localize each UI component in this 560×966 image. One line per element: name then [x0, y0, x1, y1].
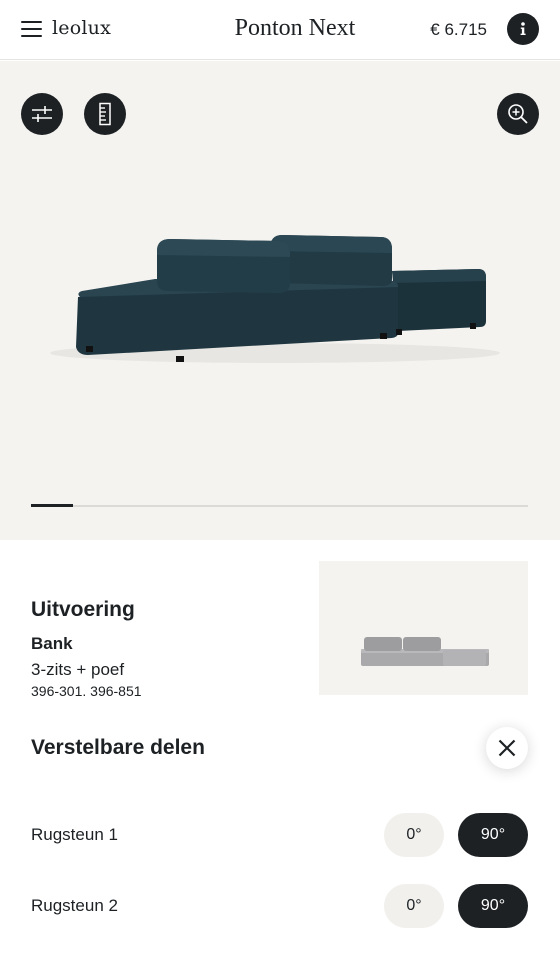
- product-viewer[interactable]: [0, 61, 560, 540]
- top-bar: leolux Ponton Next € 6.715: [0, 0, 560, 60]
- section-heading-uitvoering: Uitvoering: [31, 598, 135, 621]
- progress-indicator: [31, 504, 74, 507]
- image-carousel-progress: [31, 504, 528, 507]
- rugsteun-2-label: Rugsteun 2: [31, 896, 118, 915]
- zoom-in-icon[interactable]: [497, 93, 539, 135]
- product-thumbnail[interactable]: [319, 561, 528, 695]
- info-icon[interactable]: [507, 13, 539, 45]
- ruler-icon[interactable]: [84, 93, 126, 135]
- rugsteun-1-label: Rugsteun 1: [31, 825, 118, 844]
- product-type: Bank: [31, 634, 73, 653]
- rugsteun-1-option-90[interactable]: 90°: [458, 813, 528, 857]
- rugsteun-1-option-0[interactable]: 0°: [384, 813, 444, 857]
- rugsteun-2-option-0[interactable]: 0°: [384, 884, 444, 928]
- sofa-3d-image: [50, 235, 500, 363]
- close-icon[interactable]: [486, 727, 528, 769]
- product-configuration: 3-zits + poef: [31, 660, 125, 679]
- sliders-icon[interactable]: [21, 93, 63, 135]
- section-heading-verstelbare-delen: Verstelbare delen: [31, 736, 205, 759]
- rugsteun-2-option-90[interactable]: 90°: [458, 884, 528, 928]
- price-label: € 6.715: [430, 20, 487, 39]
- article-numbers: 396-301. 396-851: [31, 683, 142, 699]
